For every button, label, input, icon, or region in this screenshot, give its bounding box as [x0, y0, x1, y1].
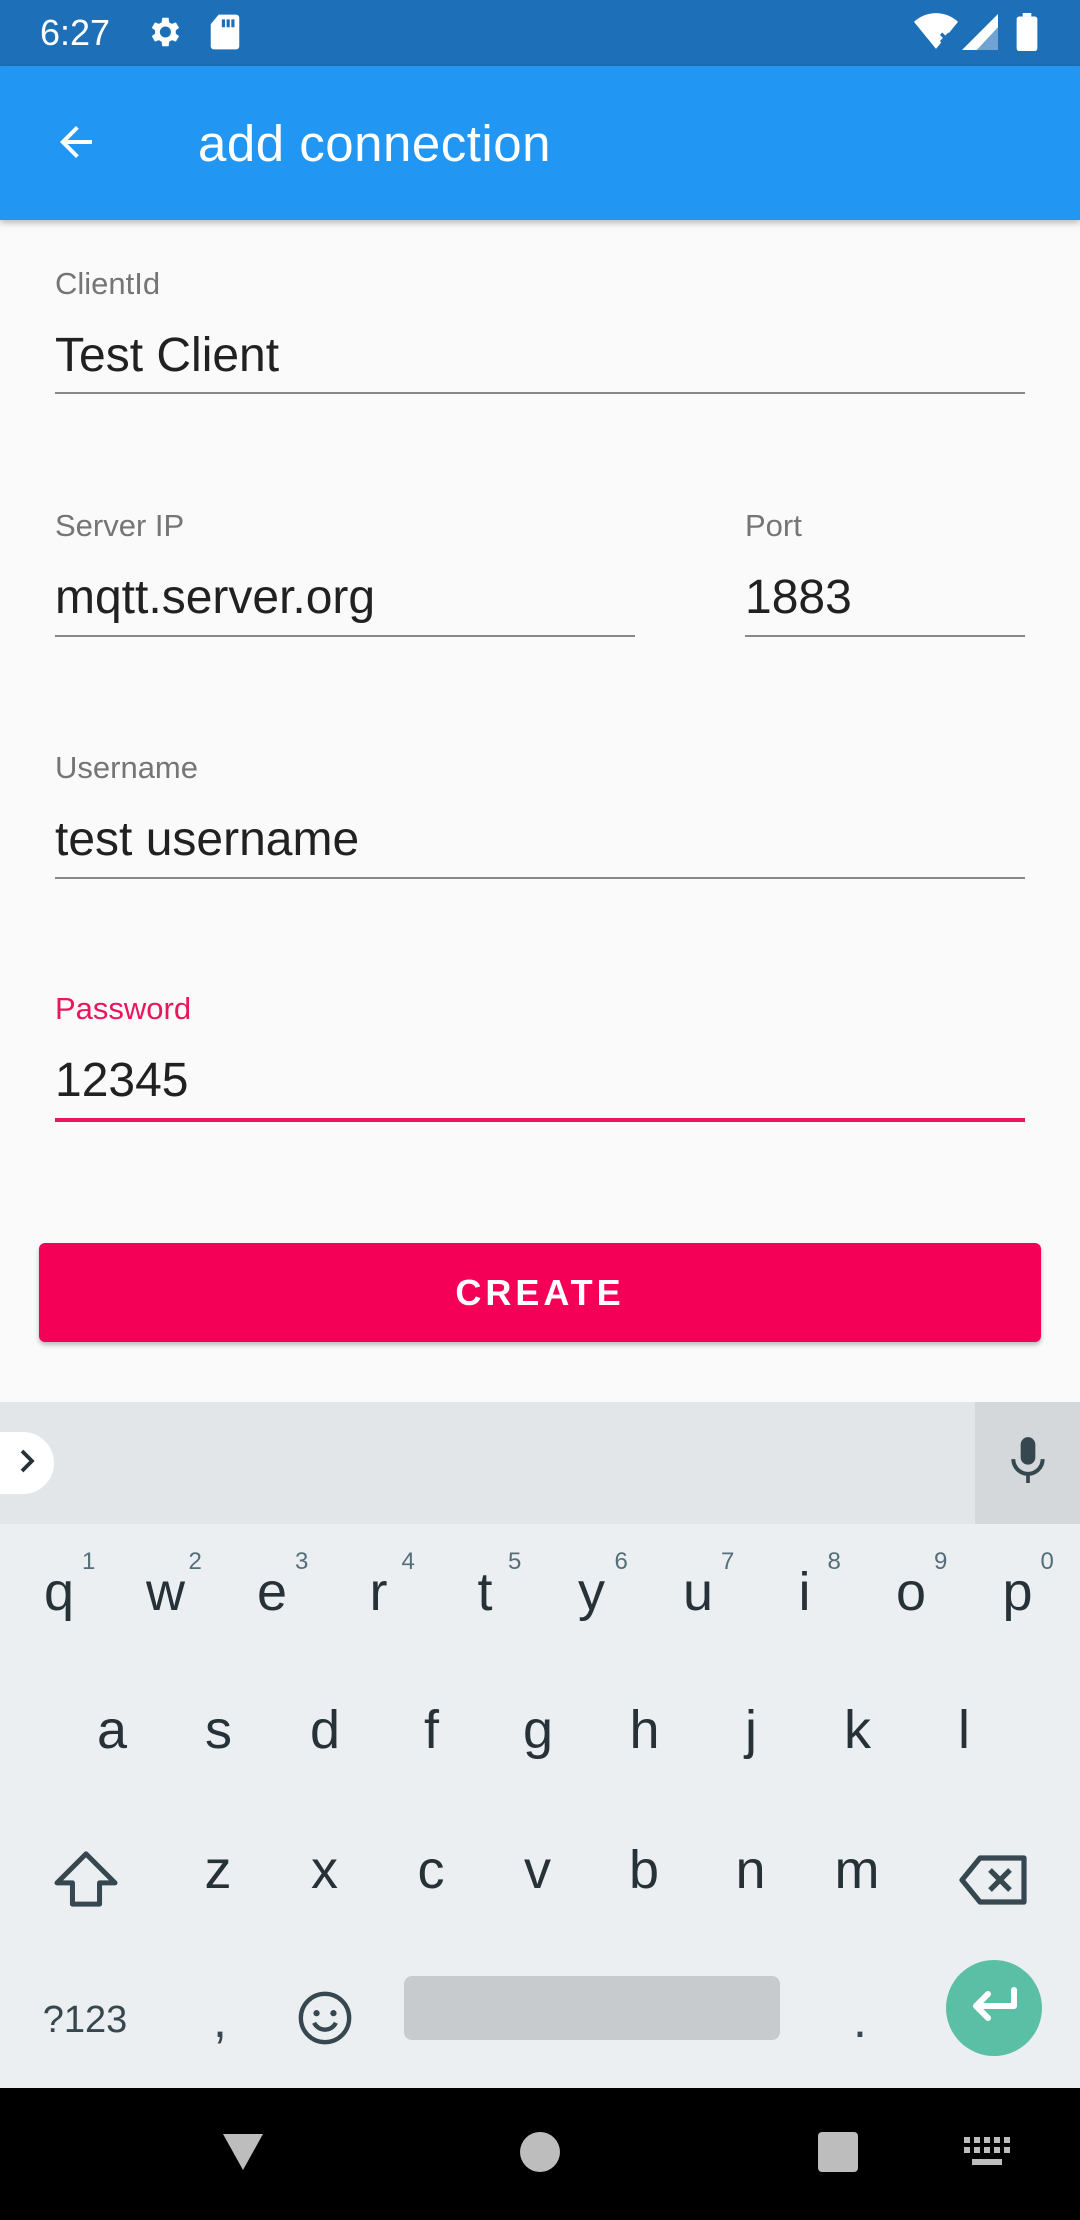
password-underline [55, 1118, 1025, 1122]
enter-key[interactable] [946, 1960, 1042, 2056]
port-label: Port [745, 508, 802, 543]
key-hint-2: 2 [188, 1548, 202, 1575]
key-hint-6: 6 [614, 1548, 628, 1575]
username-label: Username [55, 750, 198, 785]
expand-suggestions-button[interactable] [0, 1432, 54, 1494]
emoji-key[interactable] [275, 1960, 375, 2080]
key-s[interactable]: s [169, 1670, 269, 1790]
key-c[interactable]: c [381, 1810, 481, 1930]
suggestion-strip [0, 1402, 1080, 1524]
key-g[interactable]: g [488, 1670, 588, 1790]
server-ip-input[interactable]: mqtt.server.org [55, 570, 375, 626]
client-id-label: ClientId [55, 266, 161, 301]
battery-icon [1016, 13, 1038, 56]
navigation-bar [0, 2088, 1080, 2220]
recents-square-icon [818, 2131, 858, 2177]
key-m[interactable]: m [807, 1810, 907, 1930]
voice-input-button[interactable] [975, 1402, 1080, 1524]
nav-home-button[interactable] [480, 2088, 600, 2220]
keyboard-switch-icon [964, 2136, 1010, 2172]
microphone-icon [1006, 1435, 1050, 1492]
key-f[interactable]: f [382, 1670, 482, 1790]
nav-recents-button[interactable] [778, 2088, 898, 2220]
key-n[interactable]: n [701, 1810, 801, 1930]
create-button[interactable]: CREATE [39, 1243, 1041, 1342]
back-triangle-icon [219, 2130, 267, 2179]
key-hint-5: 5 [508, 1548, 522, 1575]
client-id-underline [55, 392, 1025, 394]
key-hint-3: 3 [295, 1548, 309, 1575]
key-a[interactable]: a [62, 1670, 162, 1790]
port-underline [745, 635, 1025, 637]
key-hint-4: 4 [401, 1548, 415, 1575]
status-time: 6:27 [40, 12, 111, 53]
space-key[interactable] [404, 1976, 780, 2040]
key-hint-9: 9 [934, 1548, 948, 1575]
key-v[interactable]: v [488, 1810, 588, 1930]
signal-icon [962, 13, 998, 56]
nav-back-button[interactable] [183, 2088, 303, 2220]
key-d[interactable]: d [275, 1670, 375, 1790]
key-x[interactable]: x [275, 1810, 375, 1930]
shift-key[interactable] [36, 1820, 136, 1940]
page-title: add connection [198, 115, 551, 172]
client-id-input[interactable]: Test Client [55, 328, 279, 384]
password-label: Password [55, 991, 192, 1026]
sd-card-icon [208, 13, 242, 56]
key-l[interactable]: l [914, 1670, 1014, 1790]
key-k[interactable]: k [808, 1670, 908, 1790]
key-b[interactable]: b [594, 1810, 694, 1930]
app-bar: add connection [0, 66, 1080, 220]
backspace-key[interactable] [944, 1820, 1044, 1940]
wifi-icon [914, 13, 958, 56]
symbols-key[interactable]: ?123 [0, 1960, 170, 2080]
key-hint-0: 0 [1040, 1548, 1054, 1575]
port-input[interactable]: 1883 [745, 570, 852, 626]
key-hint-7: 7 [721, 1548, 735, 1575]
status-bar: 6:27 [0, 0, 1080, 66]
chevron-right-icon [12, 1446, 42, 1481]
key-h[interactable]: h [595, 1670, 695, 1790]
backspace-icon [958, 1855, 1030, 1918]
enter-arrow-icon [968, 1986, 1020, 2031]
emoji-icon [296, 1989, 354, 2052]
period-key[interactable]: . [810, 1960, 910, 2080]
home-circle-icon [520, 2131, 560, 2177]
key-j[interactable]: j [701, 1670, 801, 1790]
comma-key[interactable]: , [170, 1960, 270, 2080]
key-hint-8: 8 [827, 1548, 841, 1575]
username-underline [55, 877, 1025, 879]
password-input[interactable]: 12345 [55, 1053, 188, 1109]
key-hint-1: 1 [82, 1548, 96, 1575]
server-ip-underline [55, 635, 635, 637]
key-z[interactable]: z [168, 1810, 268, 1930]
settings-icon [145, 13, 183, 56]
server-ip-label: Server IP [55, 508, 185, 543]
arrow-back-icon [52, 118, 100, 171]
keyboard-switch-button[interactable] [927, 2088, 1047, 2220]
username-input[interactable]: test username [55, 812, 359, 868]
back-button[interactable] [36, 104, 116, 184]
shift-icon [53, 1851, 119, 1920]
soft-keyboard: q1w2e3r4t5y6u7i8o9p0 asdfghjkl zxcvbnm ?… [0, 1402, 1080, 2088]
